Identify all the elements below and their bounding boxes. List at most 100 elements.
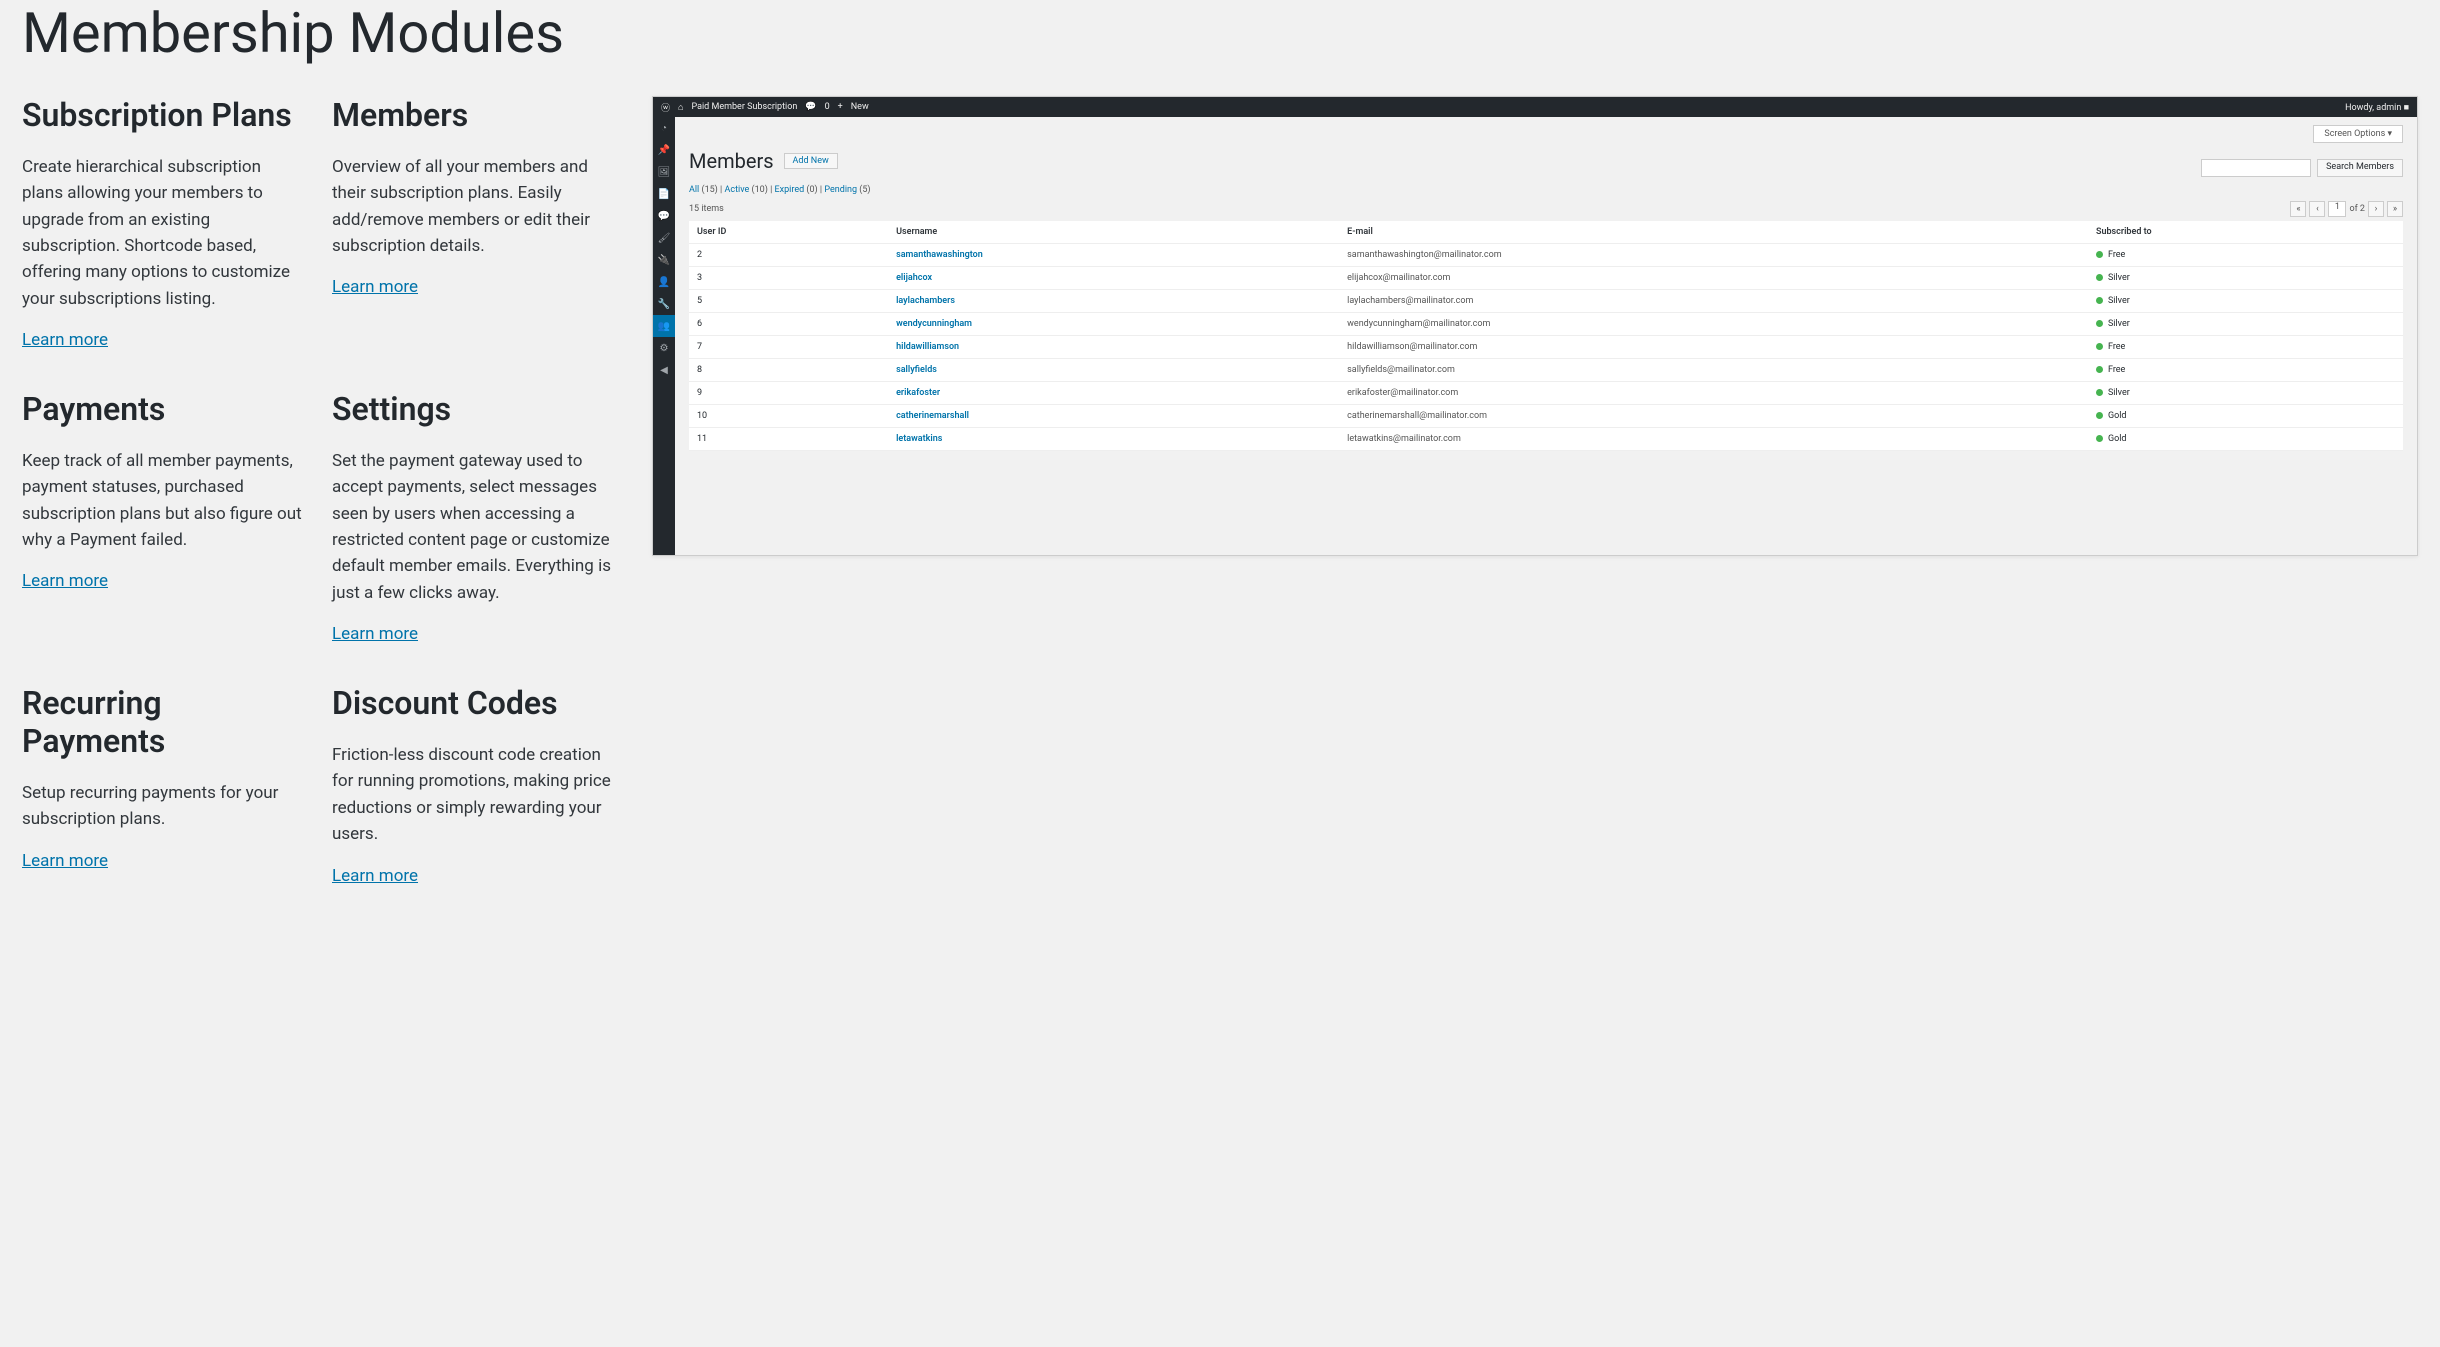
cell-username: elijahcox [888, 267, 1339, 290]
gauge-icon: ◔ [653, 117, 675, 139]
table-row: 8sallyfieldssallyfields@mailinator.comFr… [689, 359, 2403, 382]
cell-email: catherinemarshall@mailinator.com [1339, 405, 2088, 428]
wp-adminbar: ⓦ ⌂ Paid Member Subscription 💬 0 + New H… [653, 97, 2417, 117]
module-title: Payments [22, 390, 302, 428]
cell-subscription: Free [2088, 336, 2403, 359]
cell-email: sallyfields@mailinator.com [1339, 359, 2088, 382]
module-recurring-payments: Recurring Payments Setup recurring payme… [22, 684, 302, 885]
pager-prev-icon: ‹ [2309, 201, 2325, 217]
avatar-icon: ■ [2404, 103, 2409, 113]
cell-id: 10 [689, 405, 888, 428]
pin-icon: 📌 [653, 139, 675, 161]
learn-more-link[interactable]: Learn more [22, 851, 108, 871]
cell-email: elijahcox@mailinator.com [1339, 267, 2088, 290]
wp-sidebar: ◔ 📌 🖼 📄 💬 🖌 🔌 👤 🔧 👥 ⚙ ◀ [653, 117, 675, 555]
status-dot-icon [2096, 389, 2103, 396]
module-discount-codes: Discount Codes Friction-less discount co… [332, 684, 612, 885]
filter-pending: Pending [824, 185, 857, 195]
table-row: 5laylachamberslaylachambers@mailinator.c… [689, 290, 2403, 313]
cell-username: wendycunningham [888, 313, 1339, 336]
modules-grid: Subscription Plans Create hierarchical s… [22, 96, 612, 886]
module-title: Discount Codes [332, 684, 612, 722]
filter-expired-count: (0) [806, 185, 817, 195]
module-subscription-plans: Subscription Plans Create hierarchical s… [22, 96, 302, 350]
table-row: 2samanthawashingtonsamanthawashington@ma… [689, 244, 2403, 267]
comments-count: 0 [825, 102, 830, 112]
cell-email: letawatkins@mailinator.com [1339, 428, 2088, 451]
status-dot-icon [2096, 274, 2103, 281]
table-row: 10catherinemarshallcatherinemarshall@mai… [689, 405, 2403, 428]
table-row: 11letawatkinsletawatkins@mailinator.comG… [689, 428, 2403, 451]
col-email: E-mail [1339, 221, 2088, 244]
cell-subscription: Silver [2088, 382, 2403, 405]
status-dot-icon [2096, 435, 2103, 442]
col-subscribed: Subscribed to [2088, 221, 2403, 244]
learn-more-link[interactable]: Learn more [332, 277, 418, 297]
cell-email: samanthawashington@mailinator.com [1339, 244, 2088, 267]
page-icon: 📄 [653, 183, 675, 205]
cell-id: 9 [689, 382, 888, 405]
pager-next-icon: › [2368, 201, 2384, 217]
module-desc: Overview of all your members and their s… [332, 154, 612, 259]
learn-more-link[interactable]: Learn more [332, 624, 418, 644]
filter-links: All (15) | Active (10) | Expired (0) | P… [689, 185, 2403, 195]
media-icon: 🖼 [653, 161, 675, 183]
learn-more-link[interactable]: Learn more [332, 866, 418, 886]
module-settings: Settings Set the payment gateway used to… [332, 390, 612, 644]
plugin-icon: 🔌 [653, 249, 675, 271]
status-dot-icon [2096, 343, 2103, 350]
items-count: 15 items [689, 204, 724, 214]
cell-username: erikafoster [888, 382, 1339, 405]
site-title: Paid Member Subscription [691, 102, 797, 112]
learn-more-link[interactable]: Learn more [22, 571, 108, 591]
status-dot-icon [2096, 297, 2103, 304]
cell-email: wendycunningham@mailinator.com [1339, 313, 2088, 336]
module-title: Recurring Payments [22, 684, 302, 760]
module-title: Subscription Plans [22, 96, 302, 134]
collapse-icon: ◀ [653, 359, 675, 381]
table-row: 3elijahcoxelijahcox@mailinator.comSilver [689, 267, 2403, 290]
gear-icon: ⚙ [653, 337, 675, 359]
filter-expired: Expired [775, 185, 805, 195]
cell-username: letawatkins [888, 428, 1339, 451]
search-members-button: Search Members [2317, 159, 2403, 177]
filter-all-count: (15) [701, 185, 717, 195]
module-title: Settings [332, 390, 612, 428]
brush-icon: 🖌 [653, 227, 675, 249]
pager-page-input: 1 [2328, 201, 2346, 217]
members-table: User ID Username E-mail Subscribed to 2s… [689, 221, 2403, 451]
wp-logo-icon: ⓦ [661, 101, 670, 114]
module-title: Members [332, 96, 612, 134]
comment-icon: 💬 [805, 102, 816, 112]
learn-more-link[interactable]: Learn more [22, 330, 108, 350]
module-desc: Keep track of all member payments, payme… [22, 448, 302, 553]
col-username: Username [888, 221, 1339, 244]
cell-id: 3 [689, 267, 888, 290]
cell-email: laylachambers@mailinator.com [1339, 290, 2088, 313]
cell-id: 2 [689, 244, 888, 267]
cell-email: hildawilliamson@mailinator.com [1339, 336, 2088, 359]
cell-id: 5 [689, 290, 888, 313]
filter-pending-count: (5) [859, 185, 870, 195]
cell-username: laylachambers [888, 290, 1339, 313]
status-dot-icon [2096, 412, 2103, 419]
filter-all: All [689, 185, 699, 195]
cell-subscription: Gold [2088, 405, 2403, 428]
cell-username: catherinemarshall [888, 405, 1339, 428]
cell-subscription: Free [2088, 359, 2403, 382]
pager-of: of 2 [2349, 204, 2365, 214]
cell-subscription: Silver [2088, 290, 2403, 313]
pager-first-icon: « [2290, 201, 2306, 217]
cell-subscription: Gold [2088, 428, 2403, 451]
comment-icon: 💬 [653, 205, 675, 227]
cell-subscription: Free [2088, 244, 2403, 267]
home-icon: ⌂ [678, 102, 683, 113]
screenshot-page-title: Members [689, 149, 774, 173]
cell-username: hildawilliamson [888, 336, 1339, 359]
add-new-button: Add New [784, 153, 838, 169]
cell-id: 7 [689, 336, 888, 359]
module-payments: Payments Keep track of all member paymen… [22, 390, 302, 644]
cell-username: sallyfields [888, 359, 1339, 382]
table-row: 9erikafostererikafoster@mailinator.comSi… [689, 382, 2403, 405]
module-desc: Friction-less discount code creation for… [332, 742, 612, 847]
